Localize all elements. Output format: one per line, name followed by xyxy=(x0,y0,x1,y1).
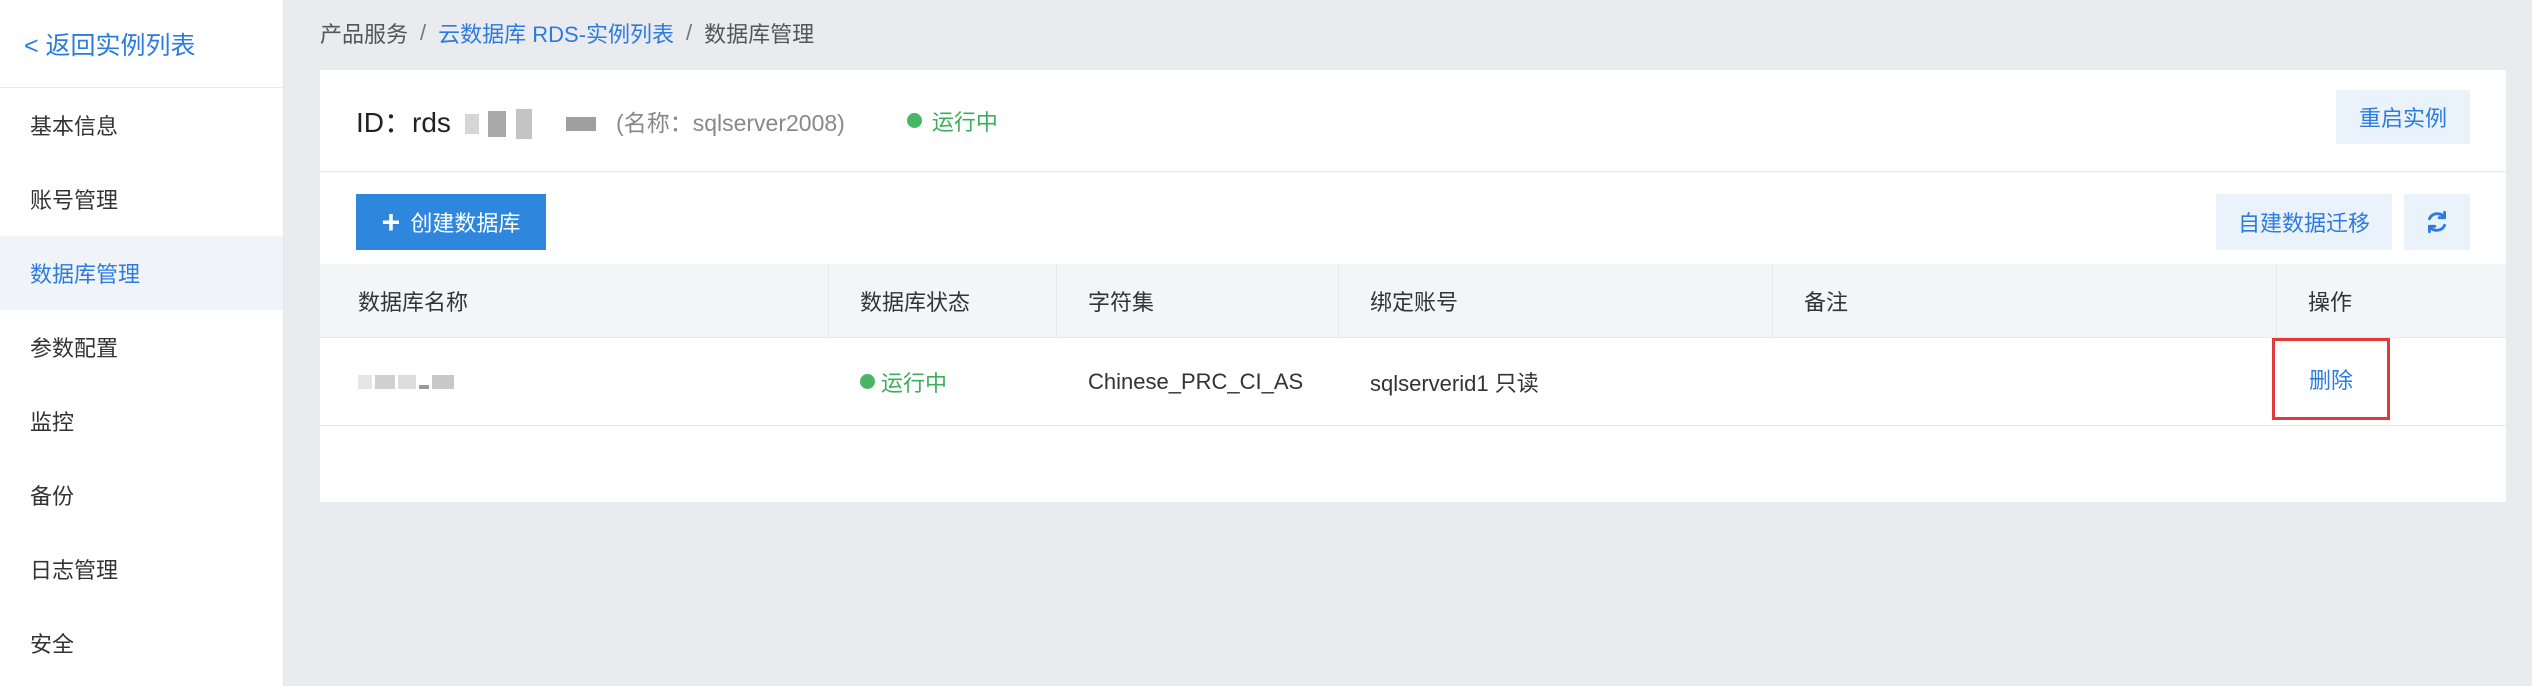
sidebar-item-security[interactable]: 安全 xyxy=(0,606,283,680)
redacted-id-mask xyxy=(488,111,507,138)
sidebar-item-label: 备份 xyxy=(30,484,75,509)
instance-status: 运行中 xyxy=(906,105,998,137)
column-divider xyxy=(1056,264,1057,337)
sidebar-item-label: 账号管理 xyxy=(30,188,119,213)
sidebar-item-log-management[interactable]: 日志管理 xyxy=(0,532,283,606)
sidebar-item-backup[interactable]: 备份 xyxy=(0,458,283,532)
sidebar-item-label: 数据库管理 xyxy=(30,262,141,287)
instance-status-label: 运行中 xyxy=(931,109,998,135)
back-link-label: < 返回实例列表 xyxy=(24,31,196,60)
column-divider xyxy=(828,264,829,337)
database-status: 运行中 xyxy=(860,366,947,398)
breadcrumb: 产品服务 / 云数据库 RDS-实例列表 / 数据库管理 xyxy=(320,18,814,48)
column-divider xyxy=(2276,264,2277,337)
sidebar-item-label: 安全 xyxy=(30,632,75,657)
instance-id-label: ID：rds xyxy=(356,106,451,138)
refresh-icon xyxy=(2428,210,2446,234)
column-header-charset: 字符集 xyxy=(1088,289,1155,315)
column-header-database-status: 数据库状态 xyxy=(860,289,971,315)
sidebar-item-monitoring[interactable]: 监控 xyxy=(0,384,283,458)
app-root: < 返回实例列表 基本信息 账号管理 数据库管理 参数配置 监控 备份 日志管理… xyxy=(0,0,2532,686)
restart-instance-button[interactable]: 重启实例 xyxy=(2336,90,2470,144)
breadcrumb-item-rds-instance-list[interactable]: 云数据库 RDS-实例列表 xyxy=(438,17,674,49)
toolbar: + 创建数据库 自建数据迁移 xyxy=(320,172,2506,264)
column-divider xyxy=(1772,264,1773,337)
cell-charset: Chinese_PRC_CI_AS xyxy=(1088,368,1304,394)
redacted-database-name xyxy=(358,374,454,389)
create-database-button[interactable]: + 创建数据库 xyxy=(356,194,546,250)
database-management-panel: ID：rds (名称：sqlserver2008) 运行中 重启实例 + 创建数… xyxy=(320,70,2506,502)
redacted-id-mask xyxy=(516,109,533,140)
redacted-id-mask xyxy=(566,117,597,132)
instance-header: ID：rds (名称：sqlserver2008) 运行中 重启实例 xyxy=(320,70,2506,172)
cell-database-status: 运行中 xyxy=(860,338,947,425)
instance-id: ID：rds xyxy=(356,101,597,141)
table-header: 数据库名称 数据库状态 字符集 绑定账号 备注 操作 xyxy=(320,264,2506,338)
refresh-button[interactable] xyxy=(2404,194,2470,250)
redacted-id-mask xyxy=(464,114,479,135)
back-to-instance-list-link[interactable]: < 返回实例列表 xyxy=(0,0,283,88)
status-dot-icon xyxy=(906,113,922,128)
database-status-label: 运行中 xyxy=(881,370,948,396)
instance-name: (名称：sqlserver2008) xyxy=(616,109,845,136)
breadcrumb-item-current-page: 数据库管理 xyxy=(704,22,815,47)
delete-database-button[interactable]: 删除 xyxy=(2272,338,2390,420)
cell-bound-account: sqlserverid1 只读 xyxy=(1370,370,1539,396)
self-built-data-migration-button[interactable]: 自建数据迁移 xyxy=(2216,194,2392,250)
column-header-actions: 操作 xyxy=(2308,289,2353,315)
sidebar-item-basic-info[interactable]: 基本信息 xyxy=(0,88,283,162)
cell-database-name xyxy=(358,338,454,425)
status-dot-icon xyxy=(860,374,875,389)
sidebar: < 返回实例列表 基本信息 账号管理 数据库管理 参数配置 监控 备份 日志管理… xyxy=(0,0,284,686)
sidebar-item-parameter-config[interactable]: 参数配置 xyxy=(0,310,283,384)
column-header-remark: 备注 xyxy=(1804,289,1849,315)
column-divider xyxy=(1338,264,1339,337)
sidebar-item-account-management[interactable]: 账号管理 xyxy=(0,162,283,236)
breadcrumb-separator: / xyxy=(420,20,427,45)
sidebar-item-label: 监控 xyxy=(30,410,75,435)
sidebar-item-database-management[interactable]: 数据库管理 xyxy=(0,236,283,310)
breadcrumb-separator: / xyxy=(686,20,693,45)
sidebar-item-label: 日志管理 xyxy=(30,558,119,583)
create-database-label: 创建数据库 xyxy=(410,211,521,236)
sidebar-item-label: 基本信息 xyxy=(30,114,119,139)
plus-icon: + xyxy=(381,204,401,240)
column-header-bound-account: 绑定账号 xyxy=(1370,289,1459,315)
sidebar-item-label: 参数配置 xyxy=(30,336,119,361)
table-row: 运行中 Chinese_PRC_CI_AS sqlserverid1 只读 删除 xyxy=(320,338,2506,426)
column-header-database-name: 数据库名称 xyxy=(358,289,469,315)
breadcrumb-item-product-services[interactable]: 产品服务 xyxy=(320,17,408,49)
